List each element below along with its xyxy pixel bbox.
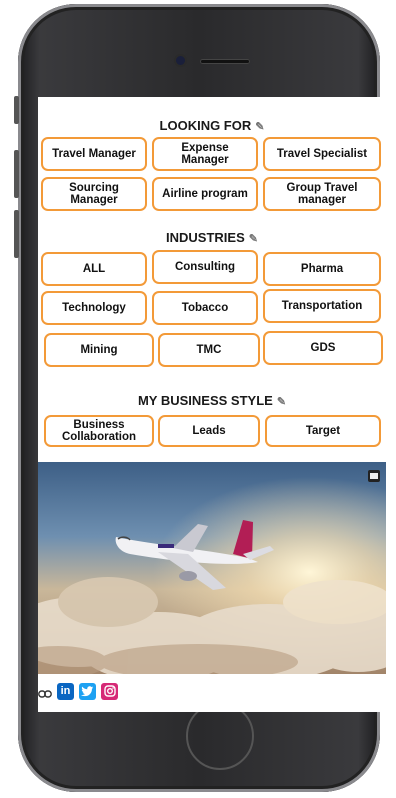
edit-pencil-icon[interactable]: ✎ (255, 121, 264, 133)
chip-expense-manager[interactable]: Expense Manager (152, 137, 258, 171)
chip-sourcing-manager[interactable]: Sourcing Manager (41, 177, 147, 211)
edit-pencil-icon[interactable]: ✎ (249, 233, 258, 245)
instagram-icon[interactable] (101, 682, 118, 700)
mute-switch (14, 96, 19, 124)
chip-travel-specialist[interactable]: Travel Specialist (263, 137, 381, 171)
front-camera (176, 56, 185, 65)
industries-heading: INDUSTRIES ✎ (38, 230, 386, 245)
chip-tmc[interactable]: TMC (158, 333, 260, 367)
chip-business-collaboration[interactable]: Business Collaboration (44, 415, 154, 447)
industries-title: INDUSTRIES (166, 230, 245, 245)
airplane-photo (38, 462, 386, 674)
chip-transportation[interactable]: Transportation (263, 289, 381, 323)
twitter-icon[interactable] (79, 682, 96, 700)
business-style-title: MY BUSINESS STYLE (137, 393, 273, 408)
chip-gds[interactable]: GDS (263, 331, 383, 365)
chip-tobacco[interactable]: Tobacco (152, 291, 258, 325)
link-icon[interactable] (38, 686, 52, 698)
business-style-heading: MY BUSINESS STYLE ✎ (38, 393, 386, 408)
linkedin-icon[interactable]: in (57, 682, 74, 700)
chip-group-travel-manager[interactable]: Group Travel manager (263, 177, 381, 211)
volume-down-button (14, 210, 19, 258)
volume-up-button (14, 150, 19, 198)
chip-target[interactable]: Target (265, 415, 381, 447)
chip-consulting[interactable]: Consulting (152, 250, 258, 284)
chip-all[interactable]: ALL (41, 252, 147, 286)
chip-technology[interactable]: Technology (41, 291, 147, 325)
looking-for-heading: LOOKING FOR ✎ (38, 118, 386, 133)
airplane-clouds-image (38, 462, 386, 674)
chip-mining[interactable]: Mining (44, 333, 154, 367)
edit-pencil-icon[interactable]: ✎ (277, 396, 286, 408)
earpiece-speaker (200, 59, 250, 64)
chip-pharma[interactable]: Pharma (263, 252, 381, 286)
home-button[interactable] (186, 702, 254, 770)
chip-travel-manager[interactable]: Travel Manager (41, 137, 147, 171)
social-links: in (38, 681, 118, 701)
chip-airline-program[interactable]: Airline program (152, 177, 258, 211)
phone-screen: LOOKING FOR ✎ Travel Manager Expense Mana… (38, 97, 386, 712)
chip-leads[interactable]: Leads (158, 415, 260, 447)
looking-for-title: LOOKING FOR (159, 118, 252, 133)
